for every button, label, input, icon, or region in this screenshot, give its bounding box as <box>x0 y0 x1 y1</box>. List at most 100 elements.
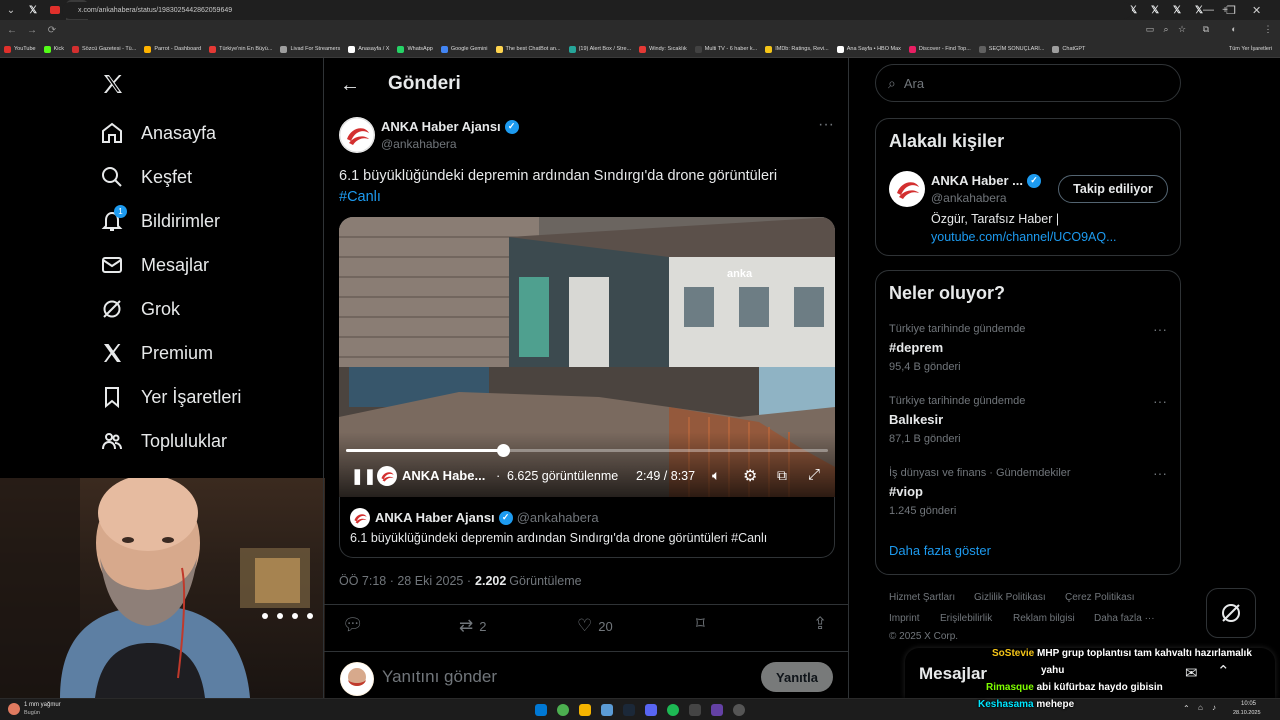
url-bar[interactable]: x.com/ankahabera/status/1983025442862059… <box>62 2 1132 19</box>
nav-item-communities[interactable]: Topluluklar <box>100 426 227 456</box>
bookmark-item[interactable]: YouTube <box>4 45 36 53</box>
following-button[interactable]: Takip ediliyor <box>1058 175 1168 203</box>
video-progress-track[interactable] <box>346 444 828 457</box>
hashtag-link[interactable]: #Canlı <box>339 189 381 205</box>
browser-tab[interactable]: 𝕏 <box>1144 0 1166 20</box>
trend-item[interactable]: Türkiye tarihinde gündemde Balıkesir 87,1 … <box>889 393 1169 445</box>
nav-item-search[interactable]: Keşfet <box>100 162 192 192</box>
nav-item-bookmark[interactable]: Yer İşaretleri <box>100 382 241 412</box>
bookmark-item[interactable]: WhatsApp <box>397 45 433 53</box>
video-player[interactable]: anka ❚❚ ANKA Habe... · 6.625 görüntülenm… <box>339 217 835 497</box>
footer-link[interactable]: Hizmet Şartları <box>889 592 955 603</box>
weather-text[interactable]: 1 mm yağmur <box>24 702 61 708</box>
footer-link[interactable]: Daha fazla ··· <box>1094 613 1155 624</box>
settings-gear-icon[interactable]: ⚙ <box>743 466 757 486</box>
more-options-icon[interactable]: ··· <box>1153 321 1167 337</box>
start-icon[interactable] <box>535 704 547 716</box>
bookmark-item[interactable]: SEÇİM SONUÇLARI... <box>978 45 1044 53</box>
clock-date[interactable]: 28.10.2025 <box>1233 710 1261 716</box>
reply-input[interactable]: Yanıtını gönder <box>382 667 497 687</box>
nav-item-bell[interactable]: 1 Bildirimler <box>100 205 220 236</box>
more-options-icon[interactable]: ··· <box>1153 393 1167 409</box>
zoom-icon[interactable]: ⌕ <box>1160 24 1172 36</box>
trend-item[interactable]: Türkiye tarihinde gündemde #deprem 95,4 B … <box>889 321 1169 373</box>
nav-item-grok[interactable]: Grok <box>100 294 180 324</box>
new-message-icon[interactable]: ✉ <box>1185 664 1198 682</box>
footer-link[interactable]: Erişilebilirlik <box>940 613 992 624</box>
menu-icon[interactable]: ⋮ <box>1262 24 1274 36</box>
cast-icon[interactable]: ▭ <box>1144 24 1156 36</box>
bookmark-item[interactable]: Google Gemini <box>440 45 488 53</box>
bookmark-item[interactable]: Ana Sayfa • HBO Max <box>836 45 901 53</box>
bookmark-item[interactable]: The best ChatBot an... <box>495 45 561 53</box>
picture-in-picture-icon[interactable]: ⧉ <box>777 467 787 484</box>
related-handle[interactable]: @ankahabera <box>931 191 1007 205</box>
back-icon[interactable]: ← <box>4 25 20 36</box>
forward-icon[interactable]: → <box>24 25 40 36</box>
clock-time[interactable]: 10:05 <box>1241 701 1256 707</box>
footer-link[interactable]: Imprint <box>889 613 920 624</box>
bookmark-item[interactable]: Discover - Find Top... <box>908 45 971 53</box>
user-avatar[interactable] <box>340 662 374 696</box>
author-handle[interactable]: @ankahabera <box>381 137 457 151</box>
network-icon[interactable]: ⌂ <box>1198 703 1203 712</box>
author-name[interactable]: ANKA Haber Ajansı <box>381 119 501 134</box>
grok-fab-button[interactable] <box>1206 588 1256 638</box>
reload-icon[interactable]: ⟳ <box>44 25 60 36</box>
volume-icon[interactable]: 🔈︎ <box>712 467 720 484</box>
bookmark-item[interactable]: Türkiye'nin En Büyü... <box>209 45 272 53</box>
nav-item-x-premium[interactable]: Premium <box>100 338 213 368</box>
trend-item[interactable]: İş dünyası ve finans · Gündemdekiler #vio… <box>889 465 1169 517</box>
browser-tab[interactable]: 𝕏 <box>1166 0 1188 20</box>
minimize-button[interactable]: — <box>1203 0 1214 20</box>
maximize-button[interactable]: ❐ <box>1226 0 1236 20</box>
close-window-button[interactable]: ✕ <box>1252 0 1261 20</box>
more-options-icon[interactable]: ··· <box>818 116 834 134</box>
author-avatar[interactable] <box>339 117 375 153</box>
post-timestamp[interactable]: ÖÖ 7:18 · 28 Eki 2025 · <box>339 574 471 588</box>
volume-tray-icon[interactable]: ♪ <box>1212 703 1216 712</box>
bookmark-item[interactable]: ChatGPT <box>1052 45 1085 53</box>
bookmark-item[interactable]: Windy: Sıcaklık <box>639 45 687 53</box>
folder-icon[interactable] <box>579 704 591 716</box>
search-box[interactable]: ⌕ Ara <box>875 64 1181 102</box>
x-logo-icon[interactable] <box>101 72 125 96</box>
bookmark-item[interactable]: Multi TV - 6 haber k... <box>694 45 757 53</box>
steam-icon[interactable] <box>623 704 635 716</box>
quoted-post-card[interactable]: ANKA Haber Ajansı ✓ @ankahabera 6.1 büyü… <box>339 497 835 558</box>
related-avatar[interactable] <box>889 171 925 207</box>
extensions-icon[interactable]: ⧉ <box>1200 24 1212 36</box>
bookmark-item[interactable]: Parrot - Dashboard <box>144 45 201 53</box>
tray-chevron-icon[interactable]: ⌃ <box>1183 704 1190 713</box>
pause-icon[interactable]: ❚❚ <box>351 467 376 485</box>
share-icon[interactable]: ⇪ <box>813 614 827 634</box>
browser-tab[interactable]: 𝕏 <box>22 0 44 20</box>
app-icon[interactable] <box>711 704 723 716</box>
like-button[interactable]: ♡ 20 <box>577 616 613 636</box>
fullscreen-icon[interactable]: ⤢ <box>808 466 820 483</box>
footer-link[interactable]: Reklam bilgisi <box>1013 613 1075 624</box>
footer-link[interactable]: Gizlilik Politikası <box>974 592 1046 603</box>
bookmark-item[interactable]: IMDb: Ratings, Revi... <box>765 45 829 53</box>
related-bio-link[interactable]: youtube.com/channel/UCO9AQ... <box>931 230 1117 244</box>
star-icon[interactable]: ☆ <box>1176 24 1188 36</box>
bookmark-item[interactable]: Livad For Streamers <box>280 45 340 53</box>
back-arrow-icon[interactable]: ← <box>340 74 360 97</box>
app-icon[interactable] <box>733 704 745 716</box>
chrome-icon[interactable] <box>557 704 569 716</box>
show-more-link[interactable]: Daha fazla göster <box>889 543 991 558</box>
bookmark-item[interactable]: Anasayfa / X <box>348 45 389 53</box>
bookmark-item[interactable]: Kick <box>43 45 64 53</box>
app-icon[interactable] <box>689 704 701 716</box>
footer-link[interactable]: Çerez Politikası <box>1065 592 1134 603</box>
app-icon[interactable] <box>601 704 613 716</box>
reply-button[interactable]: Yanıtla <box>761 662 833 692</box>
more-options-icon[interactable]: ··· <box>1153 465 1167 481</box>
bookmark-item[interactable]: Sözcü Gazetesi - Tü... <box>72 45 136 53</box>
nav-item-home[interactable]: Anasayfa <box>100 118 216 148</box>
reply-icon[interactable]: 💬︎ <box>342 615 364 635</box>
nav-item-mail[interactable]: Mesajlar <box>100 250 209 280</box>
search-input[interactable]: Ara <box>904 76 924 91</box>
bookmark-item[interactable]: (19) Alert Box / Stre... <box>568 45 631 53</box>
bookmark-icon[interactable]: ⌑ <box>696 614 705 634</box>
